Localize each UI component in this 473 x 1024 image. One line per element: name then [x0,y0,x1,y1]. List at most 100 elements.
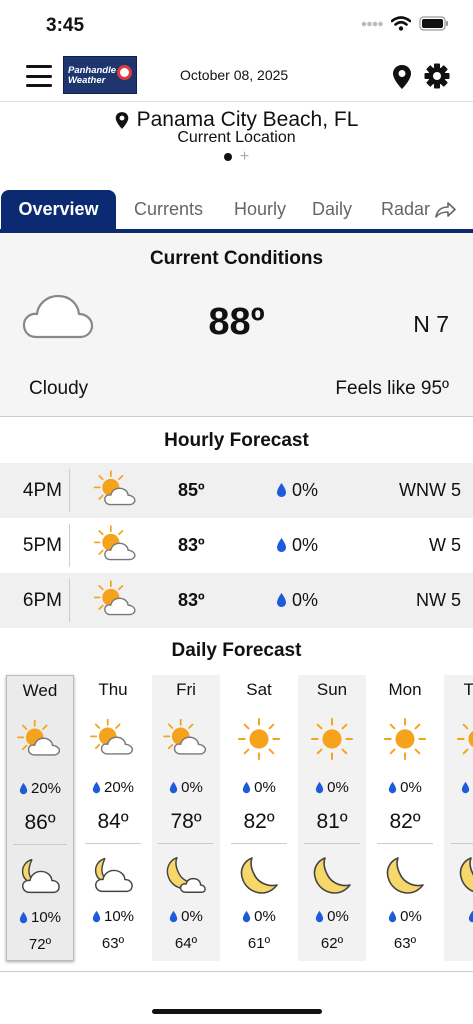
raindrop-icon [19,911,28,924]
divider [158,843,214,844]
raindrop-icon [316,910,324,923]
day-name: Fri [176,680,196,699]
day-column-mon[interactable]: Mon 0% 82º 0% 63º [371,675,439,961]
location-block: Panama City Beach, FL Current Location + [0,103,473,177]
day-column-thu[interactable]: Thu 20% 84º 10% 63º [79,675,147,961]
divider [231,843,287,844]
day-high: 84º [97,810,129,833]
wifi-icon [391,16,411,31]
day-column-sun[interactable]: Sun 0% 81º 0% 62º [298,675,366,961]
sun-icon [237,717,281,761]
menu-icon[interactable] [26,65,52,87]
partly-cloudy-night-icon [21,858,60,894]
hour-time: 5PM [22,535,62,556]
partly-sunny-icon [17,719,61,756]
header-date: October 08, 2025 [180,67,289,83]
hour-wind: WNW 5 [399,480,461,500]
logo-pin-icon [117,65,132,80]
night-precip-value: 0% [181,908,203,925]
hourly-row[interactable]: 4PM 85º 0% WNW 5 [0,463,473,518]
current-conditions-title: Current Conditions [149,248,324,269]
location-subtitle: Current Location [177,129,296,146]
home-indicator[interactable] [152,1009,322,1014]
current-wind: N 7 [413,311,449,337]
add-location-icon[interactable]: + [240,149,249,165]
moon-icon [240,857,278,894]
raindrop-icon [389,910,397,923]
hourly-row[interactable]: 6PM 83º 0% NW 5 [0,573,473,628]
raindrop-icon [170,910,178,923]
day-column-fri[interactable]: Fri 0% 78º 0% 64º [152,675,220,961]
hour-time: 4PM [22,480,62,501]
hour-temperature: 85º [178,480,205,500]
sun-icon [456,723,473,755]
day-low: 64º [174,935,198,952]
raindrop-icon [277,538,286,552]
hour-wind: NW 5 [416,590,461,610]
raindrop-icon [389,781,397,794]
battery-icon [419,16,448,31]
sun-icon [383,717,427,761]
hour-precip: 0% [292,480,319,500]
tab-currents[interactable]: Currents [134,190,203,229]
divider [0,971,473,972]
day-precip-value: 20% [30,780,62,797]
day-precip-value: 0% [181,779,203,796]
page-dots[interactable]: + [0,149,473,165]
divider [69,579,70,622]
day-high: 8 [444,810,473,834]
day-low: 62º [320,935,344,952]
gear-icon[interactable] [424,63,450,89]
partly-sunny-icon [163,718,207,755]
divider [69,524,70,567]
day-column-tue[interactable]: Tue 0% 8 0 - [444,675,473,961]
hour-precip: 0% [292,535,319,555]
moon-icon [313,857,351,894]
divider [85,843,141,844]
tab-overview[interactable]: Overview [1,190,116,229]
hour-precip: 0% [292,590,319,610]
hour-temperature: 83º [178,590,205,610]
divider [377,843,433,844]
hour-wind: W 5 [428,535,461,555]
day-name: Sat [246,680,272,699]
day-low: 61º [247,935,271,952]
moon-cloud-icon [166,857,206,893]
raindrop-icon [92,910,101,923]
tab-bar: Overview Currents Hourly Daily Radar [0,190,473,233]
tab-daily[interactable]: Daily [312,190,352,229]
raindrop-icon [243,781,251,794]
current-conditions-panel: Current Conditions 88º N 7 Cloudy Feels … [0,233,473,417]
moon-icon [459,857,473,893]
day-name: Wed [22,681,58,700]
share-arrow-icon [435,201,456,218]
tab-radar[interactable]: Radar [381,190,456,229]
status-bar: 3:45 [0,0,473,50]
day-precip-value: 20% [103,779,135,796]
divider [450,843,473,844]
tab-hourly[interactable]: Hourly [234,190,286,229]
partly-sunny-icon [93,525,136,561]
hourly-row[interactable]: 5PM 83º 0% W 5 [0,518,473,573]
tab-radar-label: Radar [381,199,431,219]
day-column-sat[interactable]: Sat 0% 82º 0% 61º [225,675,293,961]
current-temperature: 88º [208,301,265,343]
raindrop-icon [462,781,470,794]
partly-sunny-icon [93,470,136,506]
day-column-wed[interactable]: Wed 20% 86º 10% 72º [6,675,74,961]
day-precip-value: 0% [327,779,349,796]
raindrop-icon [468,910,473,923]
logo-text: Panhandle Weather [68,65,117,86]
day-name: Sun [316,680,348,699]
raindrop-icon [243,910,251,923]
day-high: 82º [243,810,275,833]
page-dot-active[interactable] [223,153,232,161]
day-high: 81º [316,810,348,833]
location-pin-icon[interactable] [392,64,412,90]
divider [69,469,70,512]
raindrop-icon [277,593,286,607]
day-precip-value: 0% [400,779,422,796]
current-condition: Cloudy [29,378,89,399]
raindrop-icon [92,781,101,794]
app-logo[interactable]: Panhandle Weather [63,56,137,94]
